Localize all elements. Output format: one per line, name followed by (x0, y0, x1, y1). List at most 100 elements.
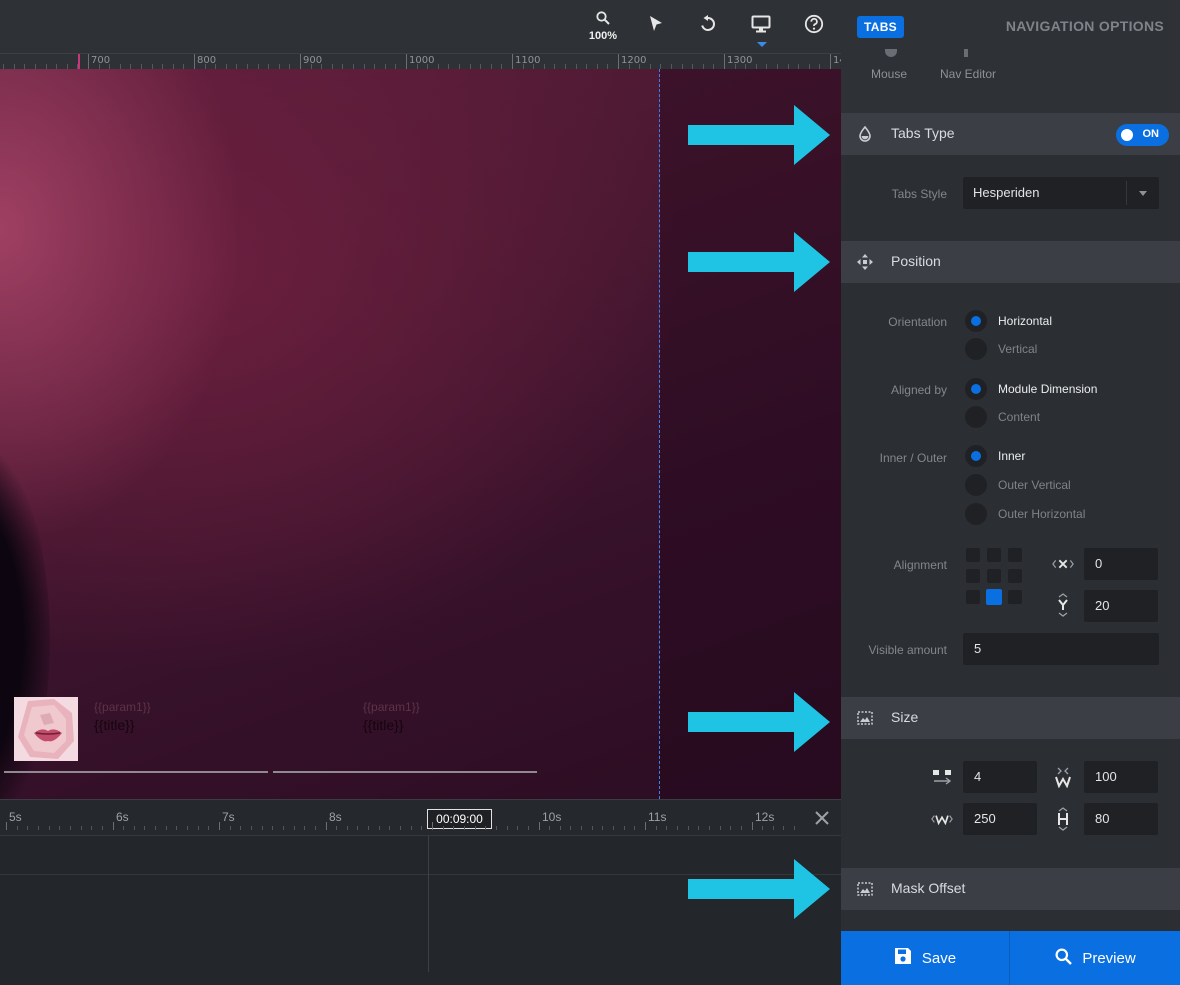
align-top-right[interactable] (1008, 548, 1022, 562)
timeline-tick (783, 826, 784, 830)
timeline-tick (251, 826, 252, 830)
preview-button[interactable]: Preview (1011, 931, 1180, 985)
input-value: 4 (974, 769, 982, 784)
nav-tab-item[interactable]: {{param1}} {{title}} (273, 697, 547, 773)
save-button[interactable]: Save (841, 931, 1010, 985)
radio-module-dimension[interactable] (965, 378, 987, 400)
visible-amount-input[interactable]: 5 (963, 633, 1159, 665)
section-title: Tabs Type (891, 125, 955, 141)
width-input[interactable]: 250 (963, 803, 1037, 835)
input-value: 20 (1095, 598, 1110, 613)
timeline-tick (208, 826, 209, 830)
grid-guide-line (659, 69, 660, 799)
timeline-tick (773, 826, 774, 830)
timeline-tick (602, 826, 603, 830)
select-tool-button[interactable] (636, 0, 676, 53)
timeline-tick (432, 822, 433, 830)
ruler-label: 1100 (515, 55, 541, 66)
radio-outer-horizontal[interactable] (965, 503, 987, 525)
tab-param: {{param1}} (94, 700, 151, 714)
timeline-tick (507, 826, 508, 830)
subtab-mouse[interactable]: Mouse (863, 49, 919, 113)
ruler-label: 1200 (621, 55, 647, 66)
align-center[interactable] (987, 569, 1001, 583)
timeline-tick (166, 826, 167, 830)
tabs-style-select[interactable]: Hesperiden (963, 177, 1159, 209)
timeline-tick (421, 826, 422, 830)
help-button[interactable] (794, 0, 834, 53)
undo-button[interactable] (688, 0, 728, 53)
tab-param: {{param1}} (363, 700, 420, 714)
tab-thumbnail (14, 697, 78, 761)
timeline-tick (666, 826, 667, 830)
timeline-tick (81, 826, 82, 830)
ruler-label: 800 (197, 55, 217, 66)
search-icon (596, 11, 610, 30)
timeline-tick (411, 826, 412, 830)
timeline-tick (347, 826, 348, 830)
height-input[interactable]: 80 (1084, 803, 1158, 835)
orientation-label: Orientation (888, 315, 947, 329)
tabs-badge[interactable]: TABS (857, 16, 904, 38)
ruler-major-tick (618, 54, 619, 69)
current-time-display[interactable]: 00:09:00 (427, 809, 492, 829)
align-bottom-right[interactable] (1008, 590, 1022, 604)
zoom-level: 100% (588, 30, 618, 42)
timeline-tick (539, 822, 540, 830)
section-size[interactable]: Size (841, 697, 1180, 739)
ruler-major-tick (88, 54, 89, 69)
spacing-input[interactable]: 4 (963, 761, 1037, 793)
tabs-type-toggle[interactable]: ON (1116, 124, 1169, 146)
radio-horizontal[interactable] (965, 310, 987, 332)
tab-progress-bar (273, 771, 537, 773)
radio-label: Inner (998, 449, 1026, 463)
align-top-left[interactable] (966, 548, 980, 562)
close-icon[interactable] (813, 809, 831, 827)
ruler-label: 1000 (409, 55, 435, 66)
timeline-tick (560, 826, 561, 830)
timeline-label: 12s (755, 810, 775, 824)
timeline-tick (70, 826, 71, 830)
timeline-label: 10s (542, 810, 562, 824)
x-offset-input[interactable]: 0 (1084, 548, 1158, 580)
toggle-knob (1121, 129, 1133, 141)
radio-outer-vertical[interactable] (965, 474, 987, 496)
timeline-tick (592, 826, 593, 830)
help-icon (804, 14, 824, 39)
input-value: 100 (1095, 769, 1117, 784)
y-offset-input[interactable]: 20 (1084, 590, 1158, 622)
zoom-button[interactable]: 100% (583, 0, 623, 53)
timeline-ruler[interactable]: 00:09:00 5s 6s 7s 8s 10s 11s 12s (0, 800, 841, 836)
ruler-major-tick (830, 54, 831, 69)
section-position[interactable]: Position (841, 241, 1180, 283)
timeline-tick (6, 822, 7, 830)
min-width-input[interactable]: 100 (1084, 761, 1158, 793)
panel-subtabs: Mouse Nav Editor (841, 49, 1180, 113)
annotation-arrow-icon (688, 105, 830, 165)
align-center-right[interactable] (1008, 569, 1022, 583)
radio-inner[interactable] (965, 445, 987, 467)
radio-content[interactable] (965, 406, 987, 428)
align-center-left[interactable] (966, 569, 980, 583)
ruler-label: 14 (833, 55, 841, 66)
nav-tab-item[interactable]: {{param1}} {{title}} (4, 697, 278, 773)
height-icon (1052, 807, 1074, 831)
timeline-tick (730, 826, 731, 830)
align-bottom-center[interactable] (986, 589, 1002, 605)
tab-progress-bar (4, 771, 268, 773)
timeline-tick (475, 826, 476, 830)
section-mask-offset[interactable]: Mask Offset (841, 868, 1180, 910)
timeline-tick (91, 826, 92, 830)
ruler-major-tick (724, 54, 725, 69)
radio-vertical[interactable] (965, 338, 987, 360)
timeline-label: 7s (222, 810, 235, 824)
align-bottom-left[interactable] (966, 590, 980, 604)
undo-icon (699, 15, 717, 38)
radio-label: Vertical (998, 342, 1038, 356)
timeline-tick (794, 826, 795, 830)
timeline-tick (752, 822, 753, 830)
ruler-major-tick (300, 54, 301, 69)
subtab-nav-editor[interactable]: Nav Editor (935, 49, 1007, 113)
timeline-tick (709, 826, 710, 830)
align-top-center[interactable] (987, 548, 1001, 562)
